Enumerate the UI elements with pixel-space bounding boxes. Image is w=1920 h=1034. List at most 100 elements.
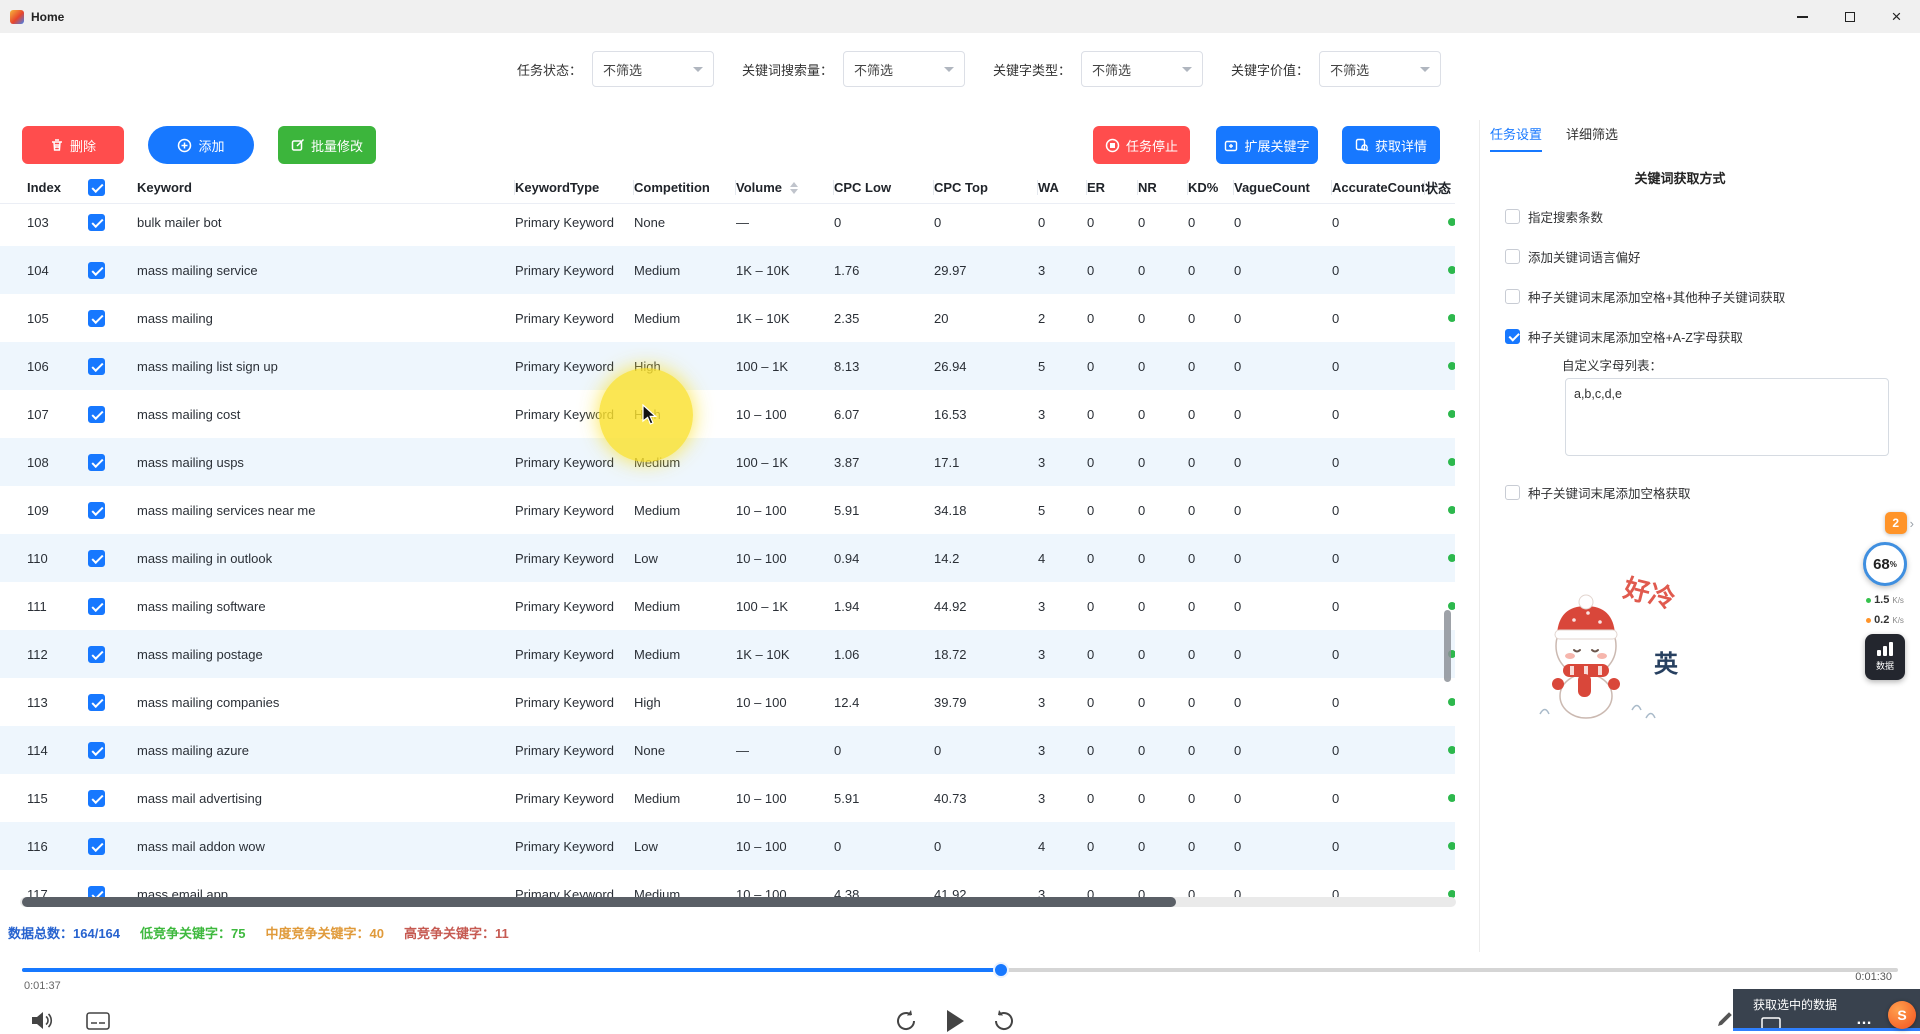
option-checkbox[interactable]: [1505, 329, 1520, 344]
filter-select[interactable]: 不筛选: [592, 51, 714, 87]
chevron-down-icon: [1182, 67, 1192, 72]
row-index: 108: [0, 438, 88, 486]
table-row[interactable]: 110mass mailing in outlookPrimary Keywor…: [0, 534, 1455, 582]
table-row[interactable]: 107mass mailing costPrimary KeywordHigh1…: [0, 390, 1455, 438]
data-panel-button[interactable]: 数据: [1865, 634, 1905, 680]
filter-group: 关键词搜索量：不筛选: [742, 51, 965, 87]
trash-icon: [50, 138, 64, 152]
row-checkbox[interactable]: [88, 790, 105, 807]
close-button[interactable]: ×: [1873, 0, 1920, 33]
row-checkbox[interactable]: [88, 214, 105, 231]
collapse-chevron-icon[interactable]: ›: [1910, 516, 1914, 531]
filter-value: 不筛选: [854, 60, 893, 79]
row-index: 103: [0, 198, 88, 246]
filter-select[interactable]: 不筛选: [1319, 51, 1441, 87]
widget-score-ring[interactable]: 68%: [1863, 542, 1907, 586]
option-checkbox[interactable]: [1505, 485, 1520, 500]
option-label: 添加关键词语言偏好: [1528, 247, 1641, 266]
option-col[interactable]: 添加关键词语言偏好: [1505, 236, 1912, 276]
custom-letters-input[interactable]: a,b,c,d,e: [1565, 378, 1889, 456]
more-options-icon[interactable]: …: [1856, 1011, 1874, 1029]
filter-select[interactable]: 不筛选: [843, 51, 965, 87]
brand-logo[interactable]: S: [1888, 1001, 1916, 1029]
minimize-button[interactable]: [1779, 0, 1826, 33]
column-header-col: 状态: [1425, 172, 1455, 203]
row-checkbox[interactable]: [88, 454, 105, 471]
option-checkbox[interactable]: [1505, 209, 1520, 224]
subtitle-icon[interactable]: [86, 1012, 110, 1030]
tab-col[interactable]: 详细筛选: [1566, 124, 1618, 152]
edit-icon: [291, 138, 305, 152]
row-checkbox[interactable]: [88, 646, 105, 663]
add-button[interactable]: 添加: [148, 126, 254, 164]
option-col[interactable]: 种子关键词末尾添加空格获取: [1505, 472, 1912, 512]
row-index: 111: [0, 582, 88, 630]
row-checkbox[interactable]: [88, 502, 105, 519]
row-checkbox[interactable]: [88, 838, 105, 855]
row-checkbox[interactable]: [88, 406, 105, 423]
table-row[interactable]: 114mass mailing azurePrimary KeywordNone…: [0, 726, 1455, 774]
option-a-z[interactable]: 种子关键词末尾添加空格+A-Z字母获取: [1505, 316, 1912, 356]
table-row[interactable]: 103bulk mailer botPrimary KeywordNone—00…: [0, 198, 1455, 246]
option-col[interactable]: 指定搜索条数: [1505, 196, 1912, 236]
progress-handle[interactable]: [993, 962, 1009, 978]
row-checkbox[interactable]: [88, 550, 105, 567]
table-body: 103bulk mailer botPrimary KeywordNone—00…: [0, 204, 1455, 902]
row-checkbox[interactable]: [88, 742, 105, 759]
tab-col[interactable]: 任务设置: [1490, 124, 1542, 152]
table-row[interactable]: 112mass mailing postagePrimary KeywordMe…: [0, 630, 1455, 678]
table-row[interactable]: 104mass mailing servicePrimary KeywordMe…: [0, 246, 1455, 294]
row-checkbox[interactable]: [88, 310, 105, 327]
window-title: Home: [31, 10, 64, 24]
horizontal-scrollbar-thumb[interactable]: [22, 897, 1176, 907]
play-button[interactable]: [943, 1008, 967, 1034]
filter-value: 不筛选: [1092, 60, 1131, 79]
row-checkbox[interactable]: [88, 694, 105, 711]
rewind-icon[interactable]: [893, 1008, 919, 1034]
batch-edit-button[interactable]: 批量修改: [278, 126, 376, 164]
table-row[interactable]: 113mass mailing companiesPrimary Keyword…: [0, 678, 1455, 726]
option-checkbox[interactable]: [1505, 249, 1520, 264]
stop-task-button[interactable]: 任务停止: [1093, 126, 1190, 164]
video-progress-slider[interactable]: [22, 962, 1898, 978]
option-col[interactable]: 种子关键词末尾添加空格+其他种子关键词获取: [1505, 276, 1912, 316]
column-header-cpc-top: CPC Top: [934, 172, 1038, 203]
status-dot: [1448, 746, 1455, 754]
floating-widget[interactable]: 2 › 68% 1.5K/s 0.2K/s 数据: [1856, 512, 1914, 680]
horizontal-scrollbar[interactable]: [20, 897, 1456, 907]
pencil-icon[interactable]: [1716, 1010, 1734, 1028]
column-header-keyword: Keyword: [137, 172, 515, 203]
delete-button[interactable]: 删除: [22, 126, 124, 164]
row-checkbox[interactable]: [88, 262, 105, 279]
table-row[interactable]: 105mass mailingPrimary KeywordMedium1K –…: [0, 294, 1455, 342]
filter-select[interactable]: 不筛选: [1081, 51, 1203, 87]
table-row[interactable]: 115mass mail advertisingPrimary KeywordM…: [0, 774, 1455, 822]
table-row[interactable]: 116mass mail addon wowPrimary KeywordLow…: [0, 822, 1455, 870]
column-header-checkbox: [88, 172, 137, 203]
sort-icon[interactable]: [790, 182, 798, 194]
row-index: 114: [0, 726, 88, 774]
volume-icon[interactable]: [30, 1010, 54, 1031]
table-header: IndexKeywordKeywordTypeCompetitionVolume…: [0, 172, 1455, 204]
row-checkbox[interactable]: [88, 598, 105, 615]
chevron-down-icon: [693, 67, 703, 72]
forward-icon[interactable]: [991, 1008, 1017, 1034]
settings-panel: 任务设置详细筛选 关键词获取方式 指定搜索条数添加关键词语言偏好种子关键词末尾添…: [1479, 120, 1920, 952]
panel-tabs: 任务设置详细筛选: [1490, 124, 1618, 152]
table-row[interactable]: 106mass mailing list sign upPrimary Keyw…: [0, 342, 1455, 390]
maximize-button[interactable]: [1826, 0, 1873, 33]
option-checkbox[interactable]: [1505, 289, 1520, 304]
row-index: 115: [0, 774, 88, 822]
table-row[interactable]: 108mass mailing uspsPrimary KeywordMediu…: [0, 438, 1455, 486]
vertical-scrollbar[interactable]: [1444, 610, 1451, 682]
get-details-button[interactable]: 获取详情: [1342, 126, 1440, 164]
widget-badge[interactable]: 2: [1885, 512, 1907, 534]
table-row[interactable]: 109mass mailing services near mePrimary …: [0, 486, 1455, 534]
expand-keywords-button[interactable]: 扩展关键字: [1216, 126, 1318, 164]
custom-letters-label: 自定义字母列表：: [1562, 355, 1662, 374]
filter-group: 任务状态：不筛选: [517, 51, 714, 87]
row-checkbox[interactable]: [88, 358, 105, 375]
table-row[interactable]: 111mass mailing softwarePrimary KeywordM…: [0, 582, 1455, 630]
expand-icon: [1224, 138, 1238, 152]
select-all-checkbox[interactable]: [88, 179, 105, 196]
